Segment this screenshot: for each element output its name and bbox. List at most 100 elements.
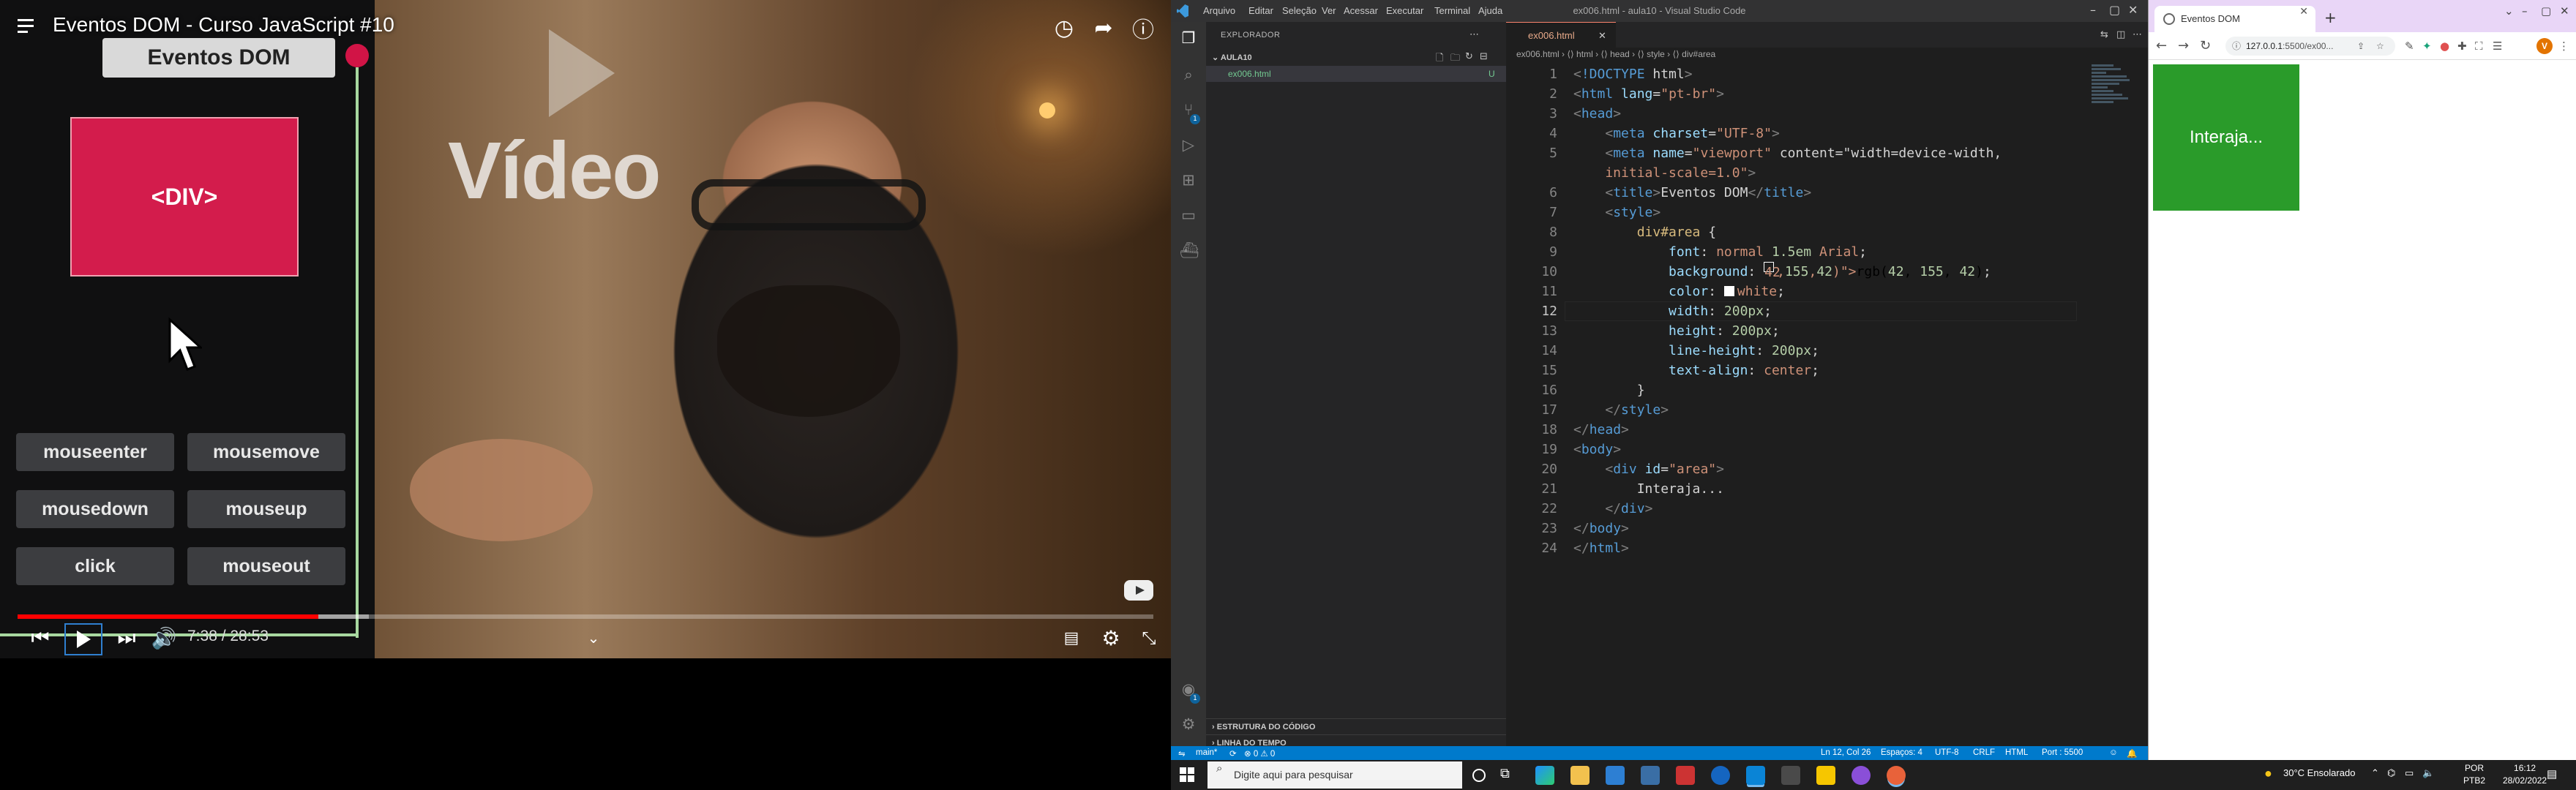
line-ending[interactable]: CRLF (1973, 748, 1995, 757)
back-icon[interactable]: ← (2156, 38, 2167, 53)
taskbar-search[interactable]: ⌕ Digite aqui para pesquisar (1208, 761, 1462, 789)
code-line[interactable]: 1 <!DOCTYPE html> (1506, 64, 2148, 84)
chrome-taskbar-icon[interactable] (1887, 766, 1906, 785)
code-line[interactable]: 22 </div> (1506, 499, 2148, 519)
menu-ver[interactable]: Ver (1322, 5, 1336, 16)
code-line[interactable]: 14 line-height: 200px; (1506, 341, 2148, 361)
code-area[interactable]: 1 <!DOCTYPE html> 2 <html lang="pt-br"> 3 <he… (1506, 64, 2148, 558)
code-line[interactable]: 24 </html> (1506, 538, 2148, 558)
share-icon[interactable]: ⇪ (2357, 37, 2365, 56)
volume-icon[interactable]: 🔊 (151, 625, 177, 651)
info-icon[interactable]: ⓘ (1128, 13, 1158, 43)
obs-icon[interactable] (1852, 766, 1871, 785)
interaction-area[interactable]: Interaja... (2153, 64, 2299, 211)
watch-later-icon[interactable]: ◷ (1049, 13, 1079, 42)
code-line[interactable]: 4 <meta charset="UTF-8"> (1506, 124, 2148, 143)
code-line[interactable]: 21 Interaja... (1506, 479, 2148, 499)
code-line[interactable]: 15 text-align: center; (1506, 361, 2148, 380)
site-info-icon[interactable]: ⓘ (2232, 37, 2241, 56)
reading-list-icon[interactable]: ☰ (2493, 40, 2502, 53)
code-line[interactable]: 17 </style> (1506, 400, 2148, 420)
menu-kebab-icon[interactable]: ⋮ (2558, 40, 2569, 53)
cursor-position[interactable]: Ln 12, Col 26 (1821, 748, 1871, 757)
tab-close-icon[interactable]: ✕ (2299, 6, 2308, 18)
git-branch[interactable]: main* (1196, 748, 1217, 757)
task-view-icon[interactable]: ⧉ (1500, 766, 1519, 785)
remote-explorer-icon[interactable]: ▭ (1180, 206, 1197, 224)
clock[interactable]: 16:12 28/02/2022 (2503, 762, 2547, 787)
encoding[interactable]: UTF-8 (1935, 748, 1959, 757)
tab-close-icon[interactable]: ✕ (1598, 23, 1606, 48)
code-line[interactable]: 11 color: white; (1506, 282, 2148, 301)
speaker-icon[interactable]: 🔈 (2422, 767, 2434, 779)
playlist-menu-icon[interactable] (18, 18, 38, 35)
battery-icon[interactable]: ▭ (2405, 767, 2414, 779)
screenshot-icon[interactable]: ⛶ (2475, 40, 2483, 53)
maximize-icon[interactable]: ▢ (2541, 4, 2551, 18)
cortana-icon[interactable] (1472, 769, 1486, 782)
notifications-icon[interactable]: 🔔 (2127, 748, 2137, 759)
code-line[interactable]: 2 <html lang="pt-br"> (1506, 84, 2148, 104)
refresh-icon[interactable]: ↻ (1465, 51, 1473, 62)
file-ex006[interactable]: ex006.html U (1206, 66, 1506, 82)
eyedropper-icon[interactable]: ✎ (2405, 40, 2414, 53)
share-icon[interactable]: ➦ (1089, 13, 1118, 42)
mail-icon[interactable] (1641, 766, 1660, 785)
input-language[interactable]: POR PTB2 (2463, 762, 2485, 787)
bookmark-star-icon[interactable]: ☆ (2376, 37, 2384, 56)
editor-more-icon[interactable]: ⋯ (2133, 29, 2142, 40)
menu-terminal[interactable]: Terminal (1434, 5, 1470, 16)
minimize-icon[interactable]: – (2522, 4, 2528, 18)
reload-icon[interactable]: ↻ (2200, 38, 2211, 53)
code-line-wrapped[interactable]: initial-scale=1.0"> (1506, 163, 2148, 183)
close-icon[interactable]: ✕ (2560, 4, 2569, 18)
menu-acessar[interactable]: Acessar (1344, 5, 1378, 16)
code-line[interactable]: 23 </body> (1506, 519, 2148, 538)
settings-gear-icon[interactable]: ⚙ (1098, 625, 1124, 651)
language-mode[interactable]: HTML (2005, 748, 2028, 757)
office-icon[interactable] (1676, 766, 1695, 785)
next-icon[interactable]: ⏭ (114, 625, 139, 651)
progress-bar[interactable] (18, 614, 1153, 619)
compare-icon[interactable]: ⇆ (2100, 29, 2108, 40)
folder-aula10[interactable]: ⌄ AULA10 (1206, 50, 1506, 66)
explorer-icon[interactable]: ❐ (1180, 29, 1197, 47)
file-explorer-icon[interactable] (1570, 766, 1590, 785)
breadcrumb[interactable]: ex006.html › ⟨⟩ html › ⟨⟩ head › ⟨⟩ styl… (1516, 49, 1715, 59)
tab-ex006[interactable]: ex006.html ✕ (1506, 22, 1616, 48)
code-line[interactable]: 12 width: 200px; (1506, 301, 2148, 321)
browser-tab[interactable]: Eventos DOM ✕ (2154, 6, 2315, 32)
profile-avatar[interactable]: V (2536, 38, 2553, 54)
run-debug-icon[interactable]: ▷ (1180, 136, 1197, 154)
address-bar[interactable]: ⓘ 127.0.0.1:5500/ex00... ⇪ ☆ (2225, 37, 2395, 56)
code-line[interactable]: 18 </head> (1506, 420, 2148, 440)
extensions-puzzle-icon[interactable]: ✚ (2457, 40, 2467, 53)
extension-2-icon[interactable]: ● (2440, 40, 2449, 53)
indent-setting[interactable]: Espaços: 4 (1881, 748, 1922, 757)
menu-ajuda[interactable]: Ajuda (1478, 5, 1502, 16)
weather-sun-icon[interactable]: ● (2264, 766, 2272, 781)
problems-count[interactable]: ⊗ 0 ⚠ 0 (1244, 748, 1275, 759)
tab-search-icon[interactable]: ⌄ (2504, 4, 2514, 18)
code-editor[interactable]: ex006.html ✕ ⇆ ◫ ⋯ ex006.html › ⟨⟩ html … (1506, 22, 2148, 746)
chevron-down-icon[interactable]: ⌄ (583, 625, 604, 651)
power-bi-icon[interactable] (1816, 766, 1835, 785)
play-button[interactable] (64, 623, 102, 655)
video-title[interactable]: Eventos DOM - Curso JavaScript #10 (53, 13, 394, 37)
video-player[interactable]: Vídeo Eventos DOM <DIV> mouseenter mouse… (0, 0, 1171, 658)
code-line[interactable]: 6 <title>Eventos DOM</title> (1506, 183, 2148, 203)
terminal-icon[interactable] (1781, 766, 1800, 785)
split-editor-icon[interactable]: ◫ (2116, 29, 2125, 40)
start-button[interactable] (1180, 767, 1194, 782)
code-line[interactable]: 19 <body> (1506, 440, 2148, 459)
edge-icon[interactable] (1535, 766, 1554, 785)
code-line[interactable]: 16 } (1506, 380, 2148, 400)
menu-executar[interactable]: Executar (1386, 5, 1423, 16)
code-line[interactable]: 10 background: 42,155,42)">rgb(42, 155, … (1506, 262, 2148, 282)
menu-arquivo[interactable]: Arquivo (1203, 5, 1235, 16)
extension-icon[interactable]: ✦ (2422, 40, 2432, 53)
extensions-icon[interactable]: ⊞ (1180, 171, 1197, 189)
maximize-icon[interactable]: ▢ (2109, 3, 2120, 17)
exit-fullscreen-icon[interactable]: ⤡ (1136, 625, 1162, 651)
store-icon[interactable] (1606, 766, 1625, 785)
